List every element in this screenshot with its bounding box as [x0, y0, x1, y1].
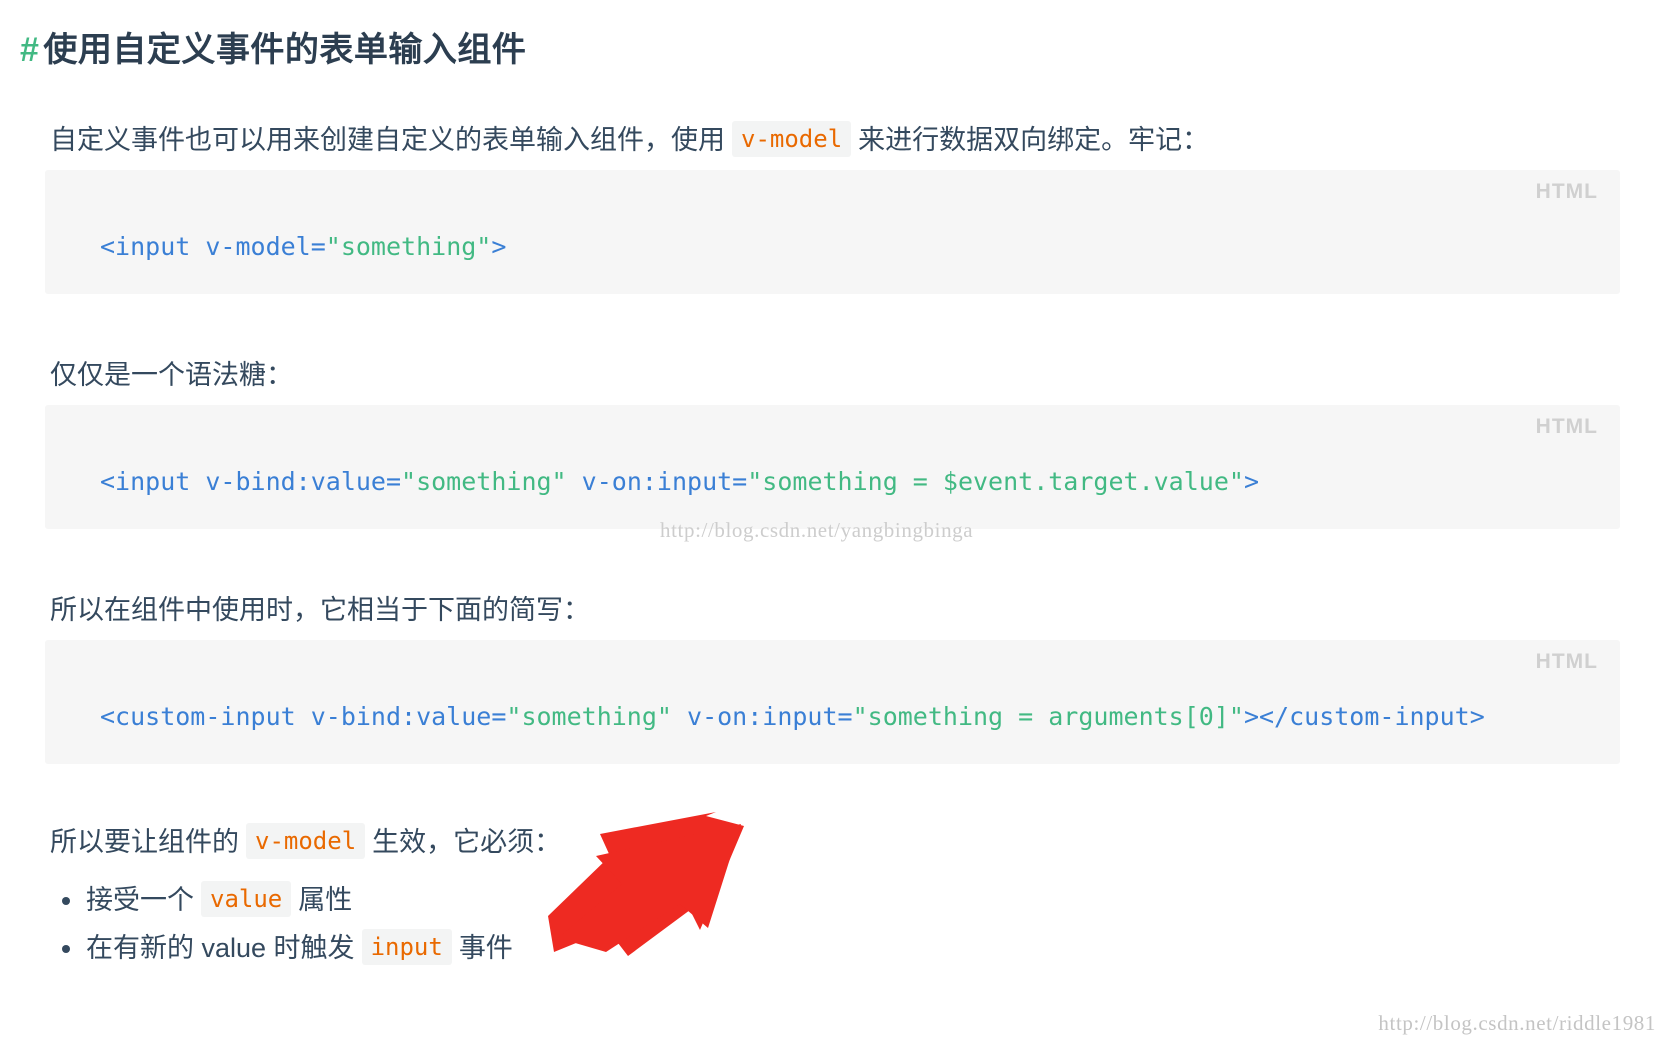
- paragraph-intro-before: 自定义事件也可以用来创建自定义的表单输入组件，使用: [50, 125, 725, 155]
- code-token-tag: <input: [100, 467, 191, 496]
- arrow-shape: [548, 812, 744, 956]
- inline-code-input: input: [361, 929, 452, 965]
- list-item-text-before: 接受一个: [86, 885, 194, 915]
- paragraph-intro-after: 来进行数据双向绑定。牢记：: [858, 125, 1210, 155]
- code-content-1[interactable]: <input v-model="something">: [45, 170, 1620, 292]
- code-token-tag: <custom-input: [100, 702, 296, 731]
- paragraph-component-usage: 所以在组件中使用时，它相当于下面的简写：: [50, 595, 590, 625]
- code-tokens-1: <input v-model="something">: [100, 232, 506, 261]
- code-token-str: "something": [325, 232, 492, 261]
- code-token-attr: v-model=: [190, 232, 326, 261]
- paragraph-requirements-after: 生效，它必须：: [372, 827, 562, 857]
- code-token-str: "something": [506, 702, 672, 731]
- arrow-body: [558, 824, 741, 952]
- heading-anchor-icon[interactable]: #: [20, 27, 39, 73]
- code-token-tag: >: [491, 232, 507, 261]
- list-item-text-before: 在有新的 value 时触发: [86, 933, 355, 963]
- page-title: # 使用自定义事件的表单输入组件: [20, 27, 526, 73]
- code-lang-label: HTML: [1535, 180, 1598, 203]
- inline-code-v-model: v-model: [246, 823, 366, 859]
- heading-text: 使用自定义事件的表单输入组件: [43, 30, 527, 69]
- code-token-tag: >: [1243, 467, 1259, 496]
- inline-code-v-model: v-model: [732, 121, 852, 157]
- paragraph-intro: 自定义事件也可以用来创建自定义的表单输入组件，使用 v-model 来进行数据双向绑…: [50, 120, 1209, 160]
- code-token-str: "something = arguments[0]": [852, 702, 1244, 731]
- code-content-2[interactable]: <input v-bind:value="something" v-on:inp…: [45, 405, 1620, 527]
- code-block-3: HTML <custom-input v-bind:value="somethi…: [45, 640, 1620, 764]
- code-block-1: HTML <input v-model="something">: [45, 170, 1620, 294]
- paragraph-requirements: 所以要让组件的 v-model 生效，它必须：: [50, 822, 561, 862]
- code-token-attr: v-bind:value=: [190, 467, 402, 496]
- code-block-2: HTML <input v-bind:value="something" v-o…: [45, 405, 1620, 529]
- requirements-list: 接受一个 value 属性 在有新的 value 时触发 input 事件: [50, 876, 513, 972]
- list-item-text-after: 事件: [458, 933, 513, 963]
- code-token-str: "something = $event.target.value": [747, 467, 1244, 496]
- paragraph-syntax-sugar: 仅仅是一个语法糖：: [50, 360, 293, 390]
- code-token-attr: v-bind:value=: [295, 702, 507, 731]
- inline-code-value: value: [201, 881, 292, 917]
- code-token-str: "something": [401, 467, 567, 496]
- code-lang-label: HTML: [1535, 415, 1598, 438]
- code-content-3[interactable]: <custom-input v-bind:value="something" v…: [45, 640, 1620, 762]
- list-item: 在有新的 value 时触发 input 事件: [62, 924, 513, 972]
- code-token-tag: ></custom-input>: [1243, 702, 1485, 731]
- document-page: # 使用自定义事件的表单输入组件 自定义事件也可以用来创建自定义的表单输入组件，使…: [0, 0, 1664, 1058]
- paragraph-requirements-before: 所以要让组件的: [50, 827, 239, 857]
- watermark-bottom: http://blog.csdn.net/riddle1981: [1378, 1011, 1656, 1035]
- watermark-middle: http://blog.csdn.net/yangbingbinga: [660, 518, 974, 542]
- code-tokens-3: <custom-input v-bind:value="something" v…: [100, 702, 1485, 731]
- code-token-attr: v-on:input=: [671, 702, 853, 731]
- code-token-tag: <input: [100, 232, 191, 261]
- list-item-text-after: 属性: [298, 885, 353, 915]
- list-item: 接受一个 value 属性: [62, 876, 513, 924]
- code-token-attr: v-on:input=: [566, 467, 748, 496]
- code-lang-label: HTML: [1535, 650, 1598, 673]
- red-arrow-annotation-icon: [548, 812, 744, 956]
- code-tokens-2: <input v-bind:value="something" v-on:inp…: [100, 467, 1259, 496]
